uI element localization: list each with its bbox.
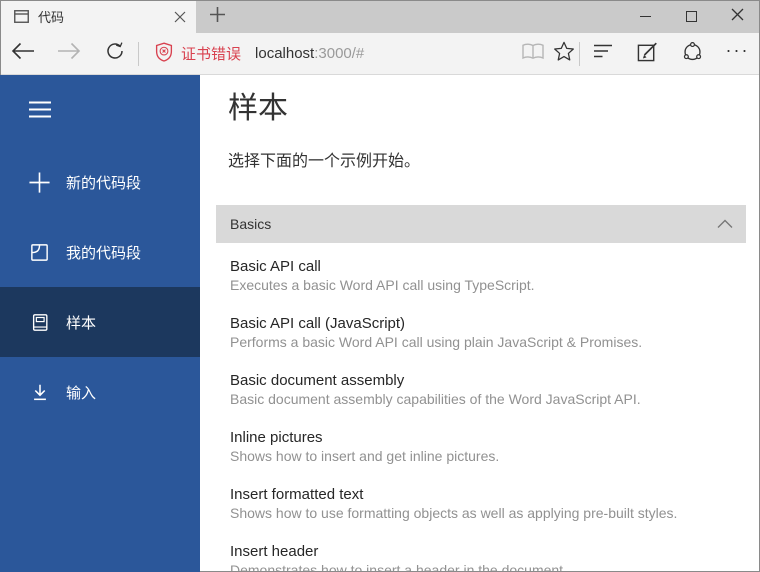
list-item-basic-api-call[interactable]: Basic API call Executes a basic Word API… xyxy=(216,257,746,295)
edit-pencil-icon xyxy=(637,41,658,67)
book-icon xyxy=(28,312,51,333)
url-field[interactable]: localhost:3000/# xyxy=(255,45,364,62)
sidebar: 新的代码段 我的代码段 样本 输入 xyxy=(0,75,200,572)
page-favicon-icon xyxy=(14,10,29,23)
back-arrow-icon xyxy=(11,42,35,65)
certificate-error-badge[interactable]: 证书错误 xyxy=(155,41,242,66)
reading-view-button[interactable] xyxy=(517,33,548,74)
section-header-basics[interactable]: Basics xyxy=(216,205,746,243)
more-actions-button[interactable]: ··· xyxy=(715,33,760,74)
list-item-basic-api-call-js[interactable]: Basic API call (JavaScript) Performs a b… xyxy=(216,314,746,352)
sidebar-item-new-snippet[interactable]: 新的代码段 xyxy=(0,147,200,217)
sample-list: Basic API call Executes a basic Word API… xyxy=(216,257,746,572)
refresh-button[interactable] xyxy=(92,33,138,74)
sample-description: Basic document assembly capabilities of … xyxy=(230,391,641,407)
address-bar: 证书错误 localhost:3000/# ··· xyxy=(0,33,760,75)
sample-description: Shows how to insert and get inline pictu… xyxy=(230,448,500,464)
close-icon xyxy=(731,8,744,26)
plus-icon xyxy=(209,6,226,28)
sample-description: Shows how to use formatting objects as w… xyxy=(230,505,678,521)
list-item-basic-document-assembly[interactable]: Basic document assembly Basic document a… xyxy=(216,371,746,409)
list-item-inline-pictures[interactable]: Inline pictures Shows how to insert and … xyxy=(216,428,746,466)
menu-toggle-button[interactable] xyxy=(28,101,52,123)
url-host: localhost xyxy=(255,45,315,62)
list-item-insert-formatted-text[interactable]: Insert formatted text Shows how to use f… xyxy=(216,485,746,523)
sidebar-item-samples[interactable]: 样本 xyxy=(0,287,200,357)
app-content: 新的代码段 我的代码段 样本 输入 样本 选择下面的一个示例开始。 Basics… xyxy=(0,75,760,572)
samples-section: Basics Basic API call Executes a basic W… xyxy=(216,205,746,572)
star-icon xyxy=(553,41,575,67)
url-path: :3000/# xyxy=(314,45,365,62)
ellipsis-icon: ··· xyxy=(725,40,750,60)
share-button[interactable] xyxy=(670,33,715,74)
maximize-button[interactable] xyxy=(668,0,714,33)
sidebar-item-label: 输入 xyxy=(66,384,97,402)
snippet-icon xyxy=(28,242,51,263)
share-icon xyxy=(682,41,703,67)
sample-title: Basic document assembly xyxy=(230,372,405,389)
section-header-label: Basics xyxy=(230,216,272,232)
chevron-up-icon xyxy=(716,216,734,232)
window-controls xyxy=(622,0,760,33)
main-content: 样本 选择下面的一个示例开始。 Basics Basic API call Ex… xyxy=(200,75,760,572)
sidebar-item-import[interactable]: 输入 xyxy=(0,357,200,427)
browser-tab[interactable]: 代码 xyxy=(0,0,196,33)
page-subtitle: 选择下面的一个示例开始。 xyxy=(228,153,421,170)
hamburger-icon xyxy=(28,101,52,122)
close-button[interactable] xyxy=(714,0,760,33)
list-item-insert-header[interactable]: Insert header Demonstrates how to insert… xyxy=(216,542,746,572)
hub-lines-icon xyxy=(593,44,613,63)
sidebar-item-label: 新的代码段 xyxy=(66,174,142,192)
forward-button[interactable] xyxy=(46,33,92,74)
maximize-icon xyxy=(685,11,697,22)
sample-title: Insert header xyxy=(230,543,319,560)
minimize-button[interactable] xyxy=(622,0,668,33)
hub-button[interactable] xyxy=(580,33,625,74)
sidebar-item-label: 我的代码段 xyxy=(66,244,142,262)
tab-strip: 代码 xyxy=(0,0,760,33)
sample-description: Performs a basic Word API call using pla… xyxy=(230,334,643,350)
certificate-error-label: 证书错误 xyxy=(181,46,242,63)
new-tab-button[interactable] xyxy=(196,0,238,33)
favorites-button[interactable] xyxy=(548,33,579,74)
sidebar-item-label: 样本 xyxy=(66,314,97,332)
sample-description: Executes a basic Word API call using Typ… xyxy=(230,277,535,293)
sample-title: Inline pictures xyxy=(230,429,323,446)
shield-error-icon xyxy=(155,41,173,66)
plus-icon xyxy=(28,171,51,194)
reading-view-book-icon xyxy=(521,43,544,65)
tab-title: 代码 xyxy=(38,10,65,25)
refresh-icon xyxy=(105,41,125,66)
back-button[interactable] xyxy=(0,33,46,74)
sidebar-item-my-snippets[interactable]: 我的代码段 xyxy=(0,217,200,287)
forward-arrow-icon xyxy=(57,42,81,65)
sample-description: Demonstrates how to insert a header in t… xyxy=(230,562,567,572)
web-note-button[interactable] xyxy=(625,33,670,74)
sample-title: Insert formatted text xyxy=(230,486,364,503)
sample-title: Basic API call xyxy=(230,258,321,275)
import-icon xyxy=(28,382,51,403)
browser-window: 代码 证书错误 localhost:3000/# ··· 新的代码段 我的代码段… xyxy=(0,0,760,572)
minimize-icon xyxy=(639,16,651,17)
page-title: 样本 xyxy=(228,92,288,125)
sample-title: Basic API call (JavaScript) xyxy=(230,315,406,332)
sidebar-nav: 新的代码段 我的代码段 样本 输入 xyxy=(0,147,200,427)
tab-close-icon[interactable] xyxy=(174,11,186,23)
addressbar-divider xyxy=(138,41,139,66)
